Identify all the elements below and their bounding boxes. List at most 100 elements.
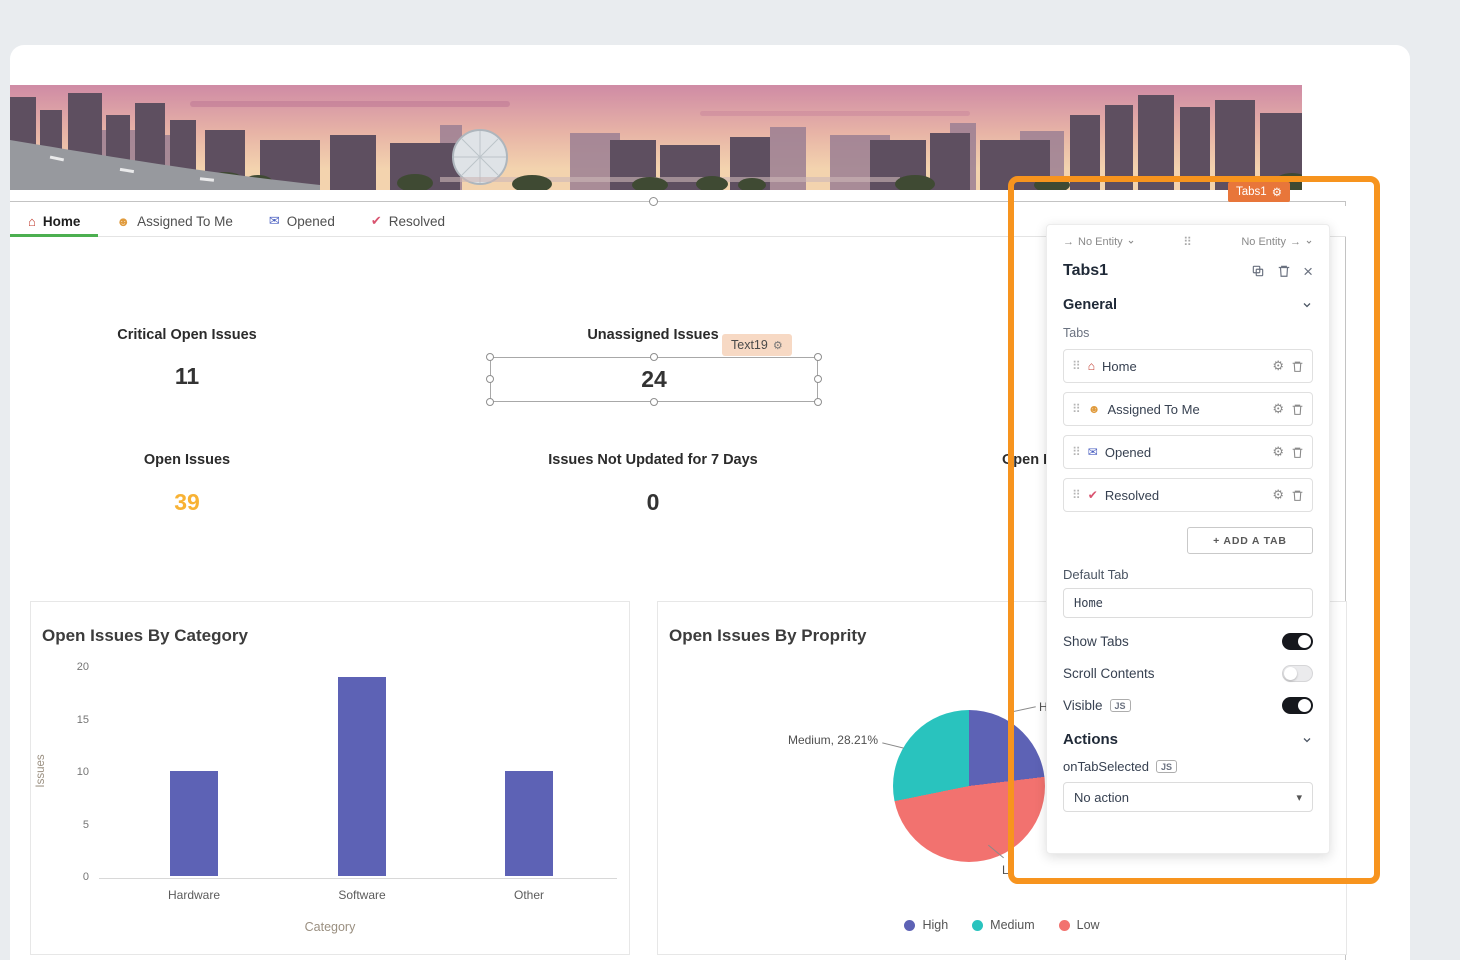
bar-other <box>505 771 553 876</box>
resize-handle-ne[interactable] <box>814 353 822 361</box>
add-a-tab-button[interactable]: + ADD A TAB <box>1187 527 1313 554</box>
legend-item-high[interactable]: High <box>904 918 948 932</box>
text-widget-name-badge[interactable]: Text19 ⚙ <box>722 334 792 356</box>
app-builder-canvas: Tabs1 ⚙ ⌂ Home ☻ Assigned To Me ✉ Opened… <box>0 0 1460 960</box>
gear-icon[interactable]: ⚙ <box>1272 185 1282 199</box>
section-general-title: General <box>1063 297 1117 313</box>
bar-chart-category-label: Hardware <box>134 888 254 902</box>
stat-not-updated-value[interactable]: 0 <box>553 489 753 516</box>
incoming-connection[interactable]: → No Entity <box>1063 236 1135 248</box>
check-icon: ✔ <box>1088 488 1098 502</box>
copy-icon[interactable] <box>1251 264 1265 278</box>
section-actions[interactable]: Actions <box>1063 731 1313 748</box>
dots-grid-icon[interactable]: ⠿ <box>1183 235 1193 249</box>
drag-handle-icon[interactable]: ⠿ <box>1072 402 1081 416</box>
drag-handle-icon[interactable]: ⠿ <box>1072 445 1081 459</box>
gear-icon[interactable]: ⚙ <box>1272 444 1284 460</box>
tab-home[interactable]: ⌂ Home <box>10 206 98 236</box>
bar-chart-ylabel: Issues <box>35 711 47 831</box>
drag-handle-icon[interactable]: ⠿ <box>1072 359 1081 373</box>
trash-icon[interactable] <box>1291 489 1304 502</box>
default-tab-input[interactable]: Home <box>1063 588 1313 618</box>
hero-image-widget[interactable] <box>10 85 1302 190</box>
stat-critical-label[interactable]: Critical Open Issues <box>87 327 287 343</box>
show-tabs-toggle[interactable] <box>1282 633 1313 650</box>
js-badge[interactable]: JS <box>1156 760 1177 773</box>
legend-label: Medium <box>990 918 1034 932</box>
trash-icon[interactable] <box>1277 264 1291 278</box>
close-icon[interactable]: × <box>1303 263 1313 280</box>
section-general[interactable]: General <box>1063 297 1313 313</box>
city-skyline-image <box>10 85 1302 190</box>
stat-open-value[interactable]: 39 <box>87 489 287 516</box>
legend-dot-low <box>1059 920 1070 931</box>
tabs-field-label: Tabs <box>1063 326 1313 340</box>
legend-item-medium[interactable]: Medium <box>972 918 1034 932</box>
on-tab-selected-label: onTabSelected <box>1063 759 1149 774</box>
tab-label: Resolved <box>389 214 445 229</box>
tabs-widget-name-badge[interactable]: Tabs1 ⚙ <box>1228 182 1290 202</box>
section-actions-title: Actions <box>1063 731 1118 748</box>
gear-icon[interactable]: ⚙ <box>1272 358 1284 374</box>
legend-label: Low <box>1077 918 1100 932</box>
widget-name[interactable]: Tabs1 <box>1063 262 1108 280</box>
text-widget-selected[interactable]: 24 <box>490 357 818 402</box>
tab-label: Opened <box>287 214 335 229</box>
tab-opened[interactable]: ✉ Opened <box>251 206 353 236</box>
tab-config-row-assigned[interactable]: ⠿ ☻ Assigned To Me ⚙ <box>1063 392 1313 426</box>
tabs-widget-resize-handle[interactable] <box>649 197 658 206</box>
resize-handle-se[interactable] <box>814 398 822 406</box>
gear-icon[interactable]: ⚙ <box>1272 487 1284 503</box>
tab-label: Home <box>43 214 81 229</box>
resize-handle-nw[interactable] <box>486 353 494 361</box>
legend-dot-medium <box>972 920 983 931</box>
resize-handle-e[interactable] <box>814 375 822 383</box>
trash-icon[interactable] <box>1291 403 1304 416</box>
tab-config-row-opened[interactable]: ⠿ ✉ Opened ⚙ <box>1063 435 1313 469</box>
legend-item-low[interactable]: Low <box>1059 918 1100 932</box>
bar-chart-xlabel: Category <box>31 920 629 934</box>
connections-row: → No Entity ⠿ No Entity → <box>1063 235 1313 249</box>
text-widget-name-label: Text19 <box>731 338 768 352</box>
scroll-contents-toggle[interactable] <box>1282 665 1313 682</box>
trash-icon[interactable] <box>1291 446 1304 459</box>
bar-hardware <box>170 771 218 876</box>
tab-resolved[interactable]: ✔ Resolved <box>353 206 463 236</box>
pie-label-low-partial: L <box>1002 863 1009 877</box>
js-badge[interactable]: JS <box>1110 699 1131 712</box>
tab-config-label: Resolved <box>1105 488 1265 503</box>
resize-handle-sw[interactable] <box>486 398 494 406</box>
trash-icon[interactable] <box>1291 360 1304 373</box>
bar-chart-category-label: Other <box>469 888 589 902</box>
drag-handle-icon[interactable]: ⠿ <box>1072 488 1081 502</box>
scroll-contents-label: Scroll Contents <box>1063 666 1155 681</box>
tab-assigned-to-me[interactable]: ☻ Assigned To Me <box>98 206 251 236</box>
resize-handle-s[interactable] <box>650 398 658 406</box>
bar-chart-ytick: 5 <box>53 819 89 831</box>
gear-icon[interactable]: ⚙ <box>1272 401 1284 417</box>
home-icon: ⌂ <box>1088 359 1095 373</box>
legend-dot-high <box>904 920 915 931</box>
outgoing-connection[interactable]: No Entity → <box>1241 236 1313 248</box>
tabs-widget-name-label: Tabs1 <box>1236 186 1267 198</box>
bar-chart-baseline <box>99 878 617 879</box>
chevron-down-icon <box>1301 299 1313 311</box>
gear-icon[interactable]: ⚙ <box>773 339 783 352</box>
action-select[interactable]: No action ▾ <box>1063 782 1313 812</box>
stat-not-updated-label[interactable]: Issues Not Updated for 7 Days <box>503 452 803 468</box>
pie-connector-high <box>1010 706 1036 712</box>
bar-chart-ytick: 0 <box>53 871 89 883</box>
stat-open-label[interactable]: Open Issues <box>87 452 287 468</box>
envelope-icon: ✉ <box>1088 445 1098 459</box>
visible-toggle[interactable] <box>1282 697 1313 714</box>
legend-label: High <box>922 918 948 932</box>
resize-handle-n[interactable] <box>650 353 658 361</box>
property-pane: → No Entity ⠿ No Entity → Tabs1 × Genera… <box>1046 224 1330 854</box>
pie-legend: High Medium Low <box>658 918 1346 932</box>
tab-config-row-home[interactable]: ⠿ ⌂ Home ⚙ <box>1063 349 1313 383</box>
tab-config-row-resolved[interactable]: ⠿ ✔ Resolved ⚙ <box>1063 478 1313 512</box>
resize-handle-w[interactable] <box>486 375 494 383</box>
bar-software <box>338 677 386 877</box>
bar-chart-widget[interactable]: Open Issues By Category Issues Category … <box>30 601 630 955</box>
stat-critical-value[interactable]: 11 <box>87 363 287 390</box>
